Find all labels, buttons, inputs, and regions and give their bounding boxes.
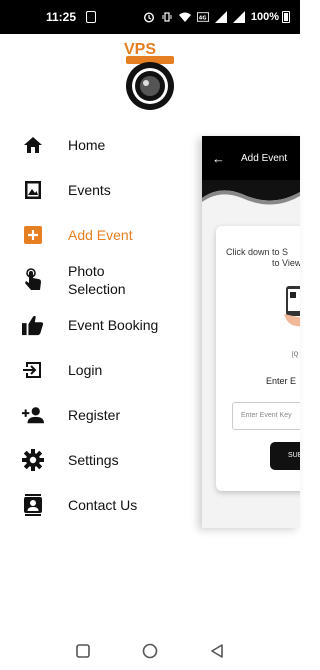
recents-button[interactable] bbox=[74, 642, 92, 660]
login-icon bbox=[22, 359, 44, 381]
wifi-icon bbox=[178, 12, 191, 22]
alarm-icon bbox=[143, 12, 154, 23]
back-button[interactable] bbox=[208, 642, 226, 660]
triangle-back-icon bbox=[210, 644, 223, 658]
background-app-bar: ← Add Event bbox=[202, 136, 300, 180]
menu-item-label: Settings bbox=[68, 451, 119, 468]
menu-item-label: Login bbox=[68, 361, 103, 378]
instruction-line-2: to View bbox=[272, 258, 300, 268]
submit-button[interactable]: SUB bbox=[270, 442, 300, 470]
navigation-drawer: Home Events Add Event Photo Selection Ev… bbox=[0, 122, 200, 527]
thumb-up-icon bbox=[22, 314, 44, 336]
home-icon bbox=[22, 134, 44, 156]
back-arrow-icon: ← bbox=[212, 150, 225, 166]
status-icons: 4G 100% bbox=[143, 11, 290, 23]
app-logo: VPS bbox=[124, 41, 174, 110]
menu-item-label: Contact Us bbox=[68, 496, 138, 513]
event-key-input[interactable]: Enter Event Key bbox=[232, 402, 300, 430]
system-navigation-bar bbox=[0, 632, 300, 670]
battery-icon bbox=[282, 11, 290, 23]
contacts-icon bbox=[22, 493, 44, 516]
sim-card-icon bbox=[86, 11, 97, 23]
menu-item-register[interactable]: Register bbox=[0, 392, 200, 437]
instruction-line-1: Click down to S bbox=[226, 247, 289, 257]
menu-item-event-booking[interactable]: Event Booking bbox=[0, 302, 200, 347]
vibrate-icon bbox=[162, 12, 172, 22]
menu-item-label: Add Event bbox=[68, 226, 133, 243]
menu-item-label: Event Booking bbox=[68, 316, 159, 333]
square-icon bbox=[76, 644, 91, 658]
menu-item-label: Home bbox=[68, 136, 106, 153]
menu-item-label: Register bbox=[68, 406, 121, 423]
background-title: Add Event bbox=[241, 152, 288, 164]
logo-text: VPS bbox=[124, 41, 156, 58]
status-bar: 11:25 4G 100% bbox=[0, 0, 300, 34]
battery-percent: 100% bbox=[250, 11, 279, 23]
qr-phone-illustration-icon bbox=[284, 286, 300, 327]
signal-icon bbox=[214, 11, 227, 23]
signal-icon bbox=[232, 11, 245, 23]
gear-icon bbox=[22, 448, 44, 471]
menu-item-login[interactable]: Login bbox=[0, 347, 200, 392]
touch-icon bbox=[22, 267, 44, 291]
menu-item-contact-us[interactable]: Contact Us bbox=[0, 482, 200, 527]
menu-item-label: Events bbox=[68, 181, 111, 198]
enter-event-label: Enter E bbox=[266, 376, 297, 386]
menu-item-settings[interactable]: Settings bbox=[0, 437, 200, 482]
header-wave bbox=[202, 180, 300, 220]
background-add-event-screen: ← Add Event Click down to S to View [Q E… bbox=[202, 136, 300, 528]
menu-item-events[interactable]: Events bbox=[0, 167, 200, 212]
menu-item-add-event[interactable]: Add Event bbox=[0, 212, 200, 257]
home-button[interactable] bbox=[141, 642, 159, 660]
svg-text:4G: 4G bbox=[199, 16, 207, 22]
menu-item-home[interactable]: Home bbox=[0, 122, 200, 167]
battery-indicator: 100% bbox=[251, 11, 290, 23]
circle-icon bbox=[142, 643, 158, 659]
add-box-icon bbox=[22, 224, 44, 246]
status-time: 11:25 bbox=[46, 10, 77, 24]
qr-caption: [Q bbox=[292, 352, 299, 358]
menu-item-photo-selection[interactable]: Photo Selection bbox=[0, 257, 200, 302]
volte-icon: 4G bbox=[196, 12, 209, 22]
menu-item-label: Photo Selection bbox=[68, 262, 126, 297]
person-add-icon bbox=[22, 404, 44, 426]
image-icon bbox=[22, 179, 44, 201]
